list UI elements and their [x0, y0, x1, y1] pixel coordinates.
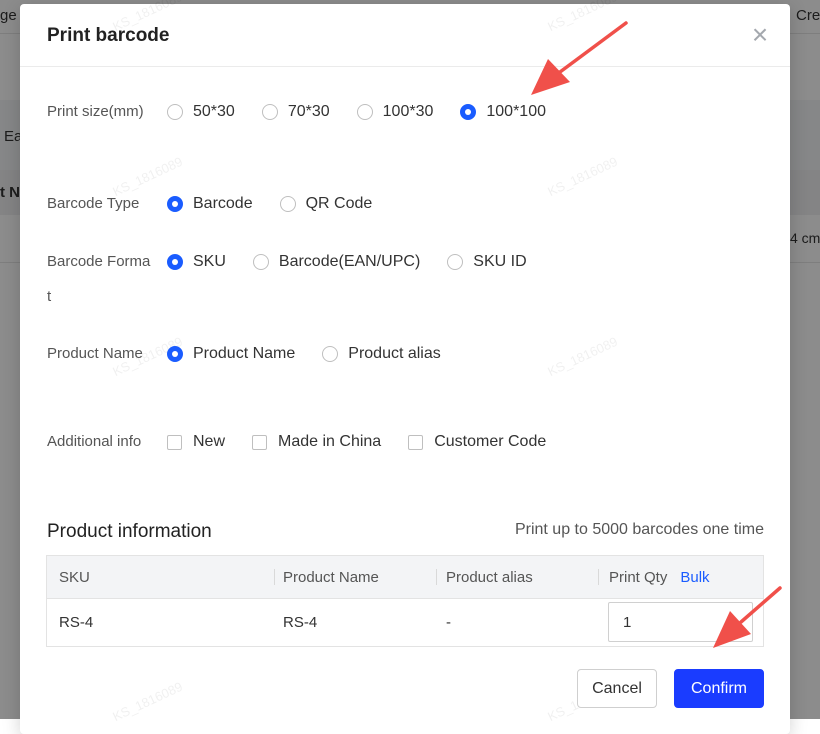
radio-unchecked-icon[interactable]: [279, 196, 296, 212]
print-size-label: Print size(mm): [47, 103, 144, 120]
option-label: Product Name: [193, 345, 296, 362]
option-label: Barcode(EAN/UPC): [278, 253, 421, 270]
barcode-format-option-sku[interactable]: SKU: [167, 253, 226, 271]
option-label: Barcode: [193, 195, 253, 212]
print-size-option-70x30[interactable]: 70*30: [261, 103, 330, 121]
radio-unchecked-icon[interactable]: [252, 254, 269, 270]
product-name-options: Product Name Product alias: [167, 344, 468, 364]
column-divider: [274, 569, 275, 585]
product-information-title: Product information: [47, 521, 212, 542]
product-name-option-name[interactable]: Product Name: [167, 345, 295, 363]
option-label: Customer Code: [434, 433, 547, 450]
additional-info-label: Additional info: [47, 433, 142, 450]
print-size-options: 50*30 70*30 100*30 100*100: [167, 102, 573, 122]
watermark: KS_1816089: [545, 153, 620, 200]
checkbox-unchecked-icon[interactable]: [408, 434, 424, 450]
print-limit-hint: Print up to 5000 barcodes one time: [514, 521, 764, 538]
barcode-type-options: Barcode QR Code: [167, 194, 399, 214]
dialog-title: Print barcode: [47, 25, 170, 46]
column-header-product-name: Product Name: [283, 569, 379, 586]
cancel-button[interactable]: Cancel: [577, 669, 657, 708]
barcode-format-option-ean-upc[interactable]: Barcode(EAN/UPC): [252, 253, 421, 271]
column-header-product-alias: Product alias: [446, 569, 533, 586]
radio-checked-icon[interactable]: [167, 346, 183, 362]
product-name-label: Product Name: [47, 345, 143, 362]
option-label: 100*30: [382, 103, 434, 120]
print-barcode-dialog: KS_1816089 KS_1816089 KS_1816089 KS_1816…: [20, 0, 790, 734]
column-divider: [436, 569, 437, 585]
radio-checked-icon[interactable]: [167, 196, 183, 212]
radio-unchecked-icon[interactable]: [261, 104, 278, 120]
print-qty-label: Print Qty: [609, 569, 668, 586]
table-header: SKU Product Name Product alias Print Qty…: [47, 556, 763, 599]
dialog-header: Print barcode ×: [20, 4, 790, 67]
radio-checked-icon[interactable]: [167, 254, 183, 270]
column-header-sku: SKU: [59, 569, 90, 586]
cell-product-alias: -: [446, 614, 451, 631]
barcode-type-option-qr-code[interactable]: QR Code: [279, 195, 373, 213]
cell-product-name: RS-4: [283, 614, 318, 631]
checkbox-unchecked-icon[interactable]: [252, 434, 268, 450]
radio-unchecked-icon[interactable]: [356, 104, 373, 120]
barcode-format-label: Barcode Format: [47, 253, 151, 305]
barcode-format-options: SKU Barcode(EAN/UPC) SKU ID: [167, 252, 554, 272]
table-row: RS-4 RS-4 -: [47, 599, 763, 646]
option-label: 100*100: [486, 103, 546, 120]
radio-unchecked-icon[interactable]: [167, 104, 183, 120]
checkbox-unchecked-icon[interactable]: [167, 434, 182, 450]
radio-unchecked-icon[interactable]: [322, 346, 339, 362]
barcode-type-label: Barcode Type: [47, 195, 140, 212]
confirm-button[interactable]: Confirm: [674, 669, 764, 708]
barcode-format-option-sku-id[interactable]: SKU ID: [447, 253, 527, 271]
option-label: 50*30: [193, 103, 235, 120]
additional-info-option-new[interactable]: New: [167, 433, 225, 451]
radio-checked-icon[interactable]: [460, 104, 477, 120]
option-label: SKU ID: [473, 253, 527, 270]
option-label: Made in China: [278, 433, 382, 450]
print-size-option-50x30[interactable]: 50*30: [167, 103, 235, 121]
additional-info-options: New Made in China Customer Code: [167, 432, 573, 452]
column-header-print-qty: Print Qty Bulk: [609, 556, 710, 599]
print-qty-input[interactable]: [608, 602, 753, 642]
option-label: 70*30: [287, 103, 330, 120]
radio-unchecked-icon[interactable]: [447, 254, 464, 270]
watermark: KS_1816089: [110, 678, 185, 725]
print-size-option-100x30[interactable]: 100*30: [356, 103, 434, 121]
product-name-option-alias[interactable]: Product alias: [322, 345, 441, 363]
product-table: SKU Product Name Product alias Print Qty…: [46, 555, 764, 647]
print-size-option-100x100[interactable]: 100*100: [460, 103, 546, 121]
additional-info-option-customer-code[interactable]: Customer Code: [408, 433, 546, 451]
additional-info-option-made-in-china[interactable]: Made in China: [252, 433, 381, 451]
close-icon[interactable]: ×: [748, 21, 772, 49]
bulk-link[interactable]: Bulk: [680, 569, 709, 586]
column-divider: [598, 569, 599, 585]
cell-sku: RS-4: [59, 614, 94, 631]
option-label: New: [193, 433, 226, 450]
option-label: SKU: [193, 253, 226, 270]
barcode-type-option-barcode[interactable]: Barcode: [167, 195, 253, 213]
option-label: QR Code: [305, 195, 373, 212]
option-label: Product alias: [348, 345, 441, 362]
watermark: KS_1816089: [545, 333, 620, 380]
